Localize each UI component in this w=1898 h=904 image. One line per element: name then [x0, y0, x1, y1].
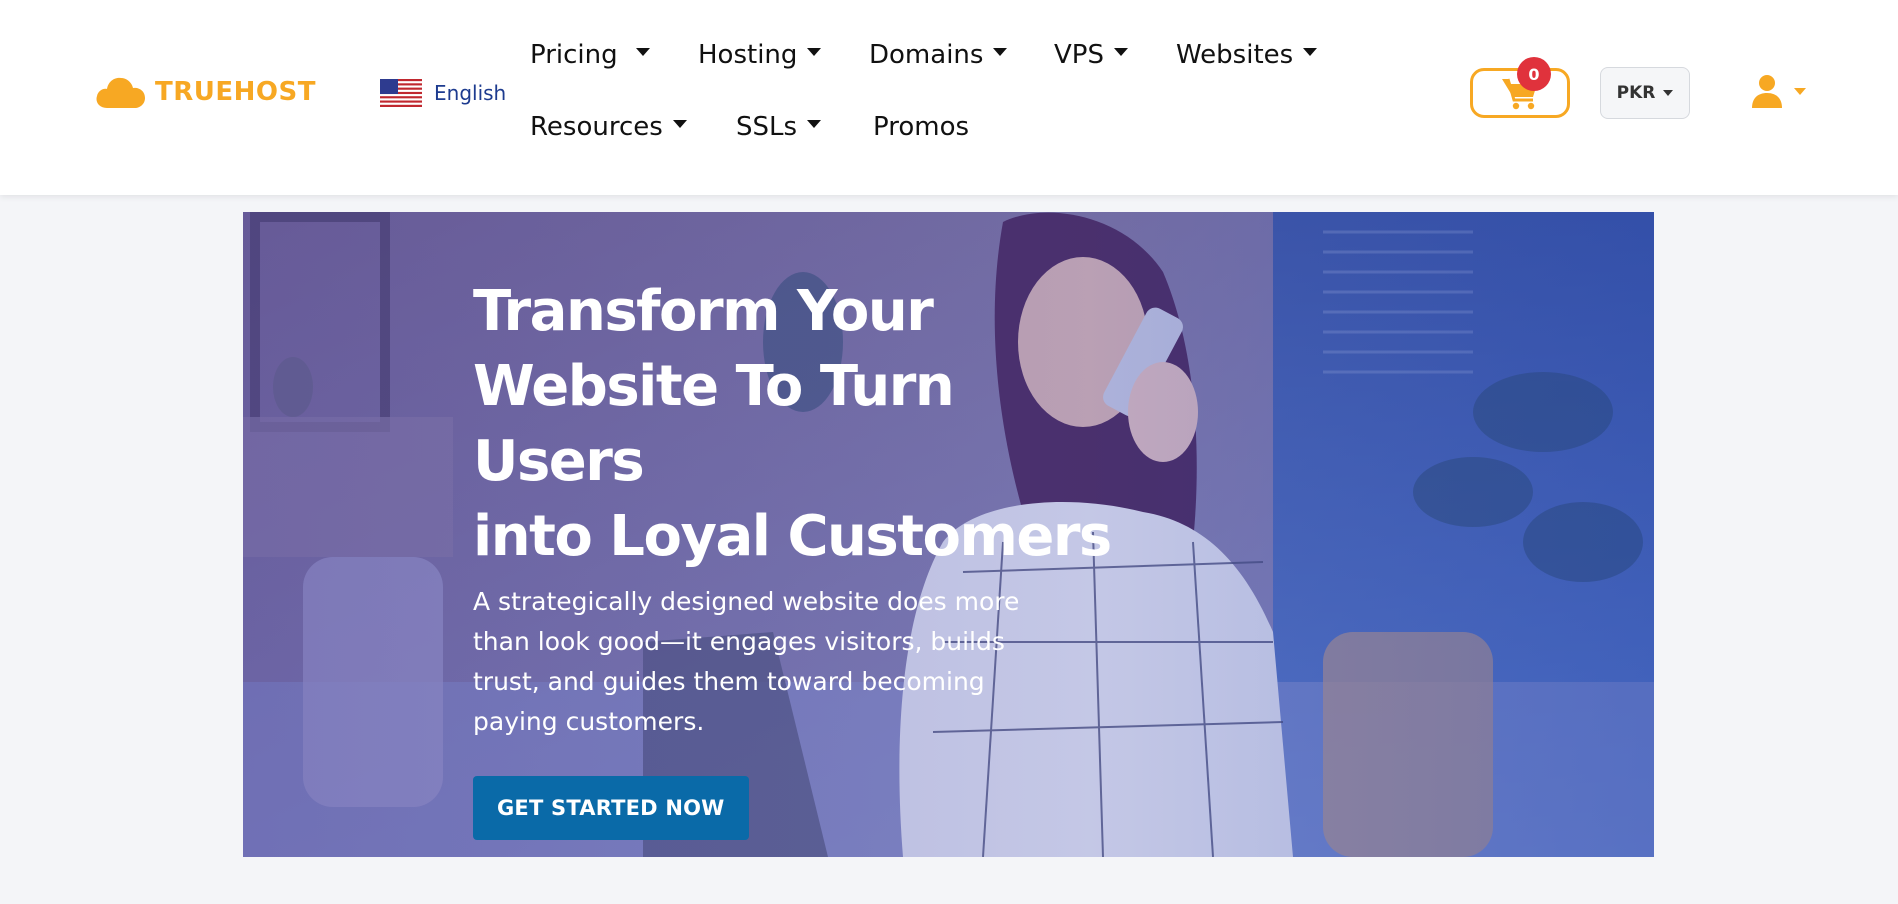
nav-ssls-label: SSLs — [736, 112, 798, 142]
get-started-button[interactable]: GET STARTED NOW — [473, 776, 749, 840]
hero-title-line: into Loyal Customers — [473, 504, 1112, 569]
nav-promos-label: Promos — [873, 112, 970, 142]
language-label: English — [434, 81, 507, 105]
nav-vps-label: VPS — [1054, 40, 1104, 70]
nav-domains[interactable]: Domains — [869, 40, 1008, 70]
nav-websites-label: Websites — [1176, 40, 1294, 70]
hero-content: Transform Your Website To Turn Users int… — [473, 274, 1113, 840]
chevron-down-icon — [672, 120, 687, 128]
us-flag-icon — [380, 79, 422, 107]
site-header: TRUEHOST English Pricing Hosting Domains… — [0, 0, 1898, 195]
nav-pricing-label: Pricing — [530, 40, 618, 70]
hero-subtitle: A strategically designed website does mo… — [473, 587, 1020, 736]
nav-resources-label: Resources — [530, 112, 663, 142]
nav-hosting-label: Hosting — [698, 40, 798, 70]
nav-vps[interactable]: VPS — [1054, 40, 1128, 70]
cart-button[interactable]: 0 — [1470, 57, 1570, 118]
user-menu[interactable] — [1752, 74, 1806, 108]
nav-pricing[interactable]: Pricing — [530, 40, 650, 70]
nav-resources[interactable]: Resources — [530, 112, 687, 142]
chevron-down-icon — [1794, 87, 1806, 95]
hero-banner: Transform Your Website To Turn Users int… — [243, 212, 1654, 857]
nav-websites[interactable]: Websites — [1176, 40, 1318, 70]
chevron-down-icon — [1113, 48, 1128, 56]
nav-promos[interactable]: Promos — [873, 112, 969, 142]
nav-domains-label: Domains — [869, 40, 984, 70]
hero-title-line: Website To Turn Users — [473, 354, 955, 494]
chevron-down-icon — [993, 48, 1008, 56]
nav-hosting[interactable]: Hosting — [698, 40, 822, 70]
nav-ssls[interactable]: SSLs — [736, 112, 822, 142]
language-selector[interactable]: English — [380, 79, 506, 107]
cloud-logo-icon — [96, 77, 145, 108]
chevron-down-icon — [1303, 48, 1318, 56]
cart-count-badge: 0 — [1517, 57, 1551, 91]
chevron-down-icon — [807, 120, 822, 128]
brand-name: TRUEHOST — [155, 77, 316, 107]
chevron-down-icon — [1663, 90, 1674, 96]
logo[interactable]: TRUEHOST — [95, 74, 316, 110]
chevron-down-icon — [635, 48, 650, 56]
hero-title-line: Transform Your — [473, 279, 934, 344]
currency-label: PKR — [1616, 83, 1656, 103]
hero-title: Transform Your Website To Turn Users int… — [473, 274, 1113, 574]
currency-selector[interactable]: PKR — [1600, 67, 1690, 119]
user-icon — [1752, 75, 1782, 108]
chevron-down-icon — [807, 48, 822, 56]
